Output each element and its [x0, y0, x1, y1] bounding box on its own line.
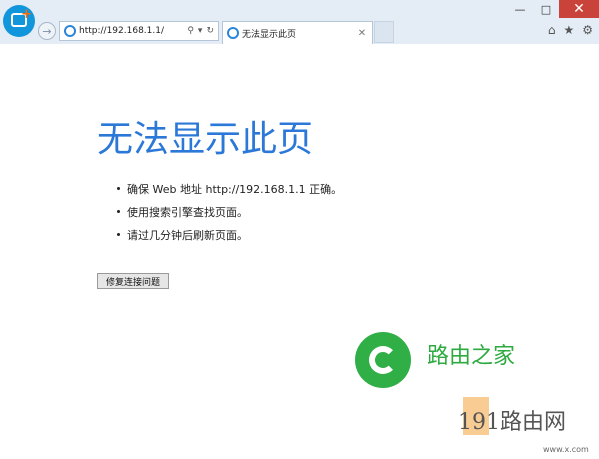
refresh-icon[interactable]: ↻: [206, 26, 214, 36]
browser-chrome: — □ ✕ + → http://192.168.1.1/ ⚲ ▾ ↻ 无法显示…: [0, 0, 599, 44]
watermark-subtitle: 191路由网: [458, 410, 566, 435]
tab-title: 无法显示此页: [242, 29, 297, 40]
watermark-icon: [355, 332, 411, 388]
watermark-logo: 路由之家 191路由网 www.x.com: [355, 332, 599, 459]
tab-active[interactable]: 无法显示此页 ✕: [222, 21, 373, 44]
tab-ie-icon: [227, 27, 239, 39]
address-tools: ⚲ ▾ ↻: [187, 26, 214, 36]
app-logo-icon: +: [3, 5, 35, 37]
favorites-icon[interactable]: ★: [563, 23, 574, 37]
minimize-button[interactable]: —: [507, 0, 533, 18]
back-arrow-icon: →: [42, 24, 52, 38]
back-button[interactable]: →: [38, 22, 56, 40]
list-item: 确保 Web 地址 http://192.168.1.1 正确。: [117, 181, 342, 204]
close-window-button[interactable]: ✕: [559, 0, 599, 18]
suggestion-list: 确保 Web 地址 http://192.168.1.1 正确。 使用搜索引擎查…: [117, 181, 342, 250]
address-bar[interactable]: http://192.168.1.1/ ⚲ ▾ ↻: [59, 21, 219, 41]
address-input[interactable]: http://192.168.1.1/: [79, 26, 187, 36]
settings-icon[interactable]: ⚙: [582, 23, 593, 37]
new-tab-button[interactable]: [374, 21, 394, 43]
page-title: 无法显示此页: [97, 119, 314, 160]
search-icon[interactable]: ⚲: [187, 26, 194, 36]
home-icon[interactable]: ⌂: [548, 23, 556, 37]
dropdown-icon[interactable]: ▾: [198, 26, 203, 36]
watermark-title: 路由之家: [427, 344, 516, 369]
tab-close-icon[interactable]: ✕: [356, 28, 368, 39]
maximize-button[interactable]: □: [533, 0, 559, 18]
watermark-url: www.x.com: [543, 445, 589, 454]
toolbar-icons: ⌂ ★ ⚙: [548, 23, 593, 37]
fix-connection-button[interactable]: 修复连接问题: [97, 273, 169, 289]
ie-icon: [64, 25, 76, 37]
window-controls: — □ ✕: [507, 0, 599, 18]
list-item: 请过几分钟后刷新页面。: [117, 227, 342, 250]
list-item: 使用搜索引擎查找页面。: [117, 204, 342, 227]
